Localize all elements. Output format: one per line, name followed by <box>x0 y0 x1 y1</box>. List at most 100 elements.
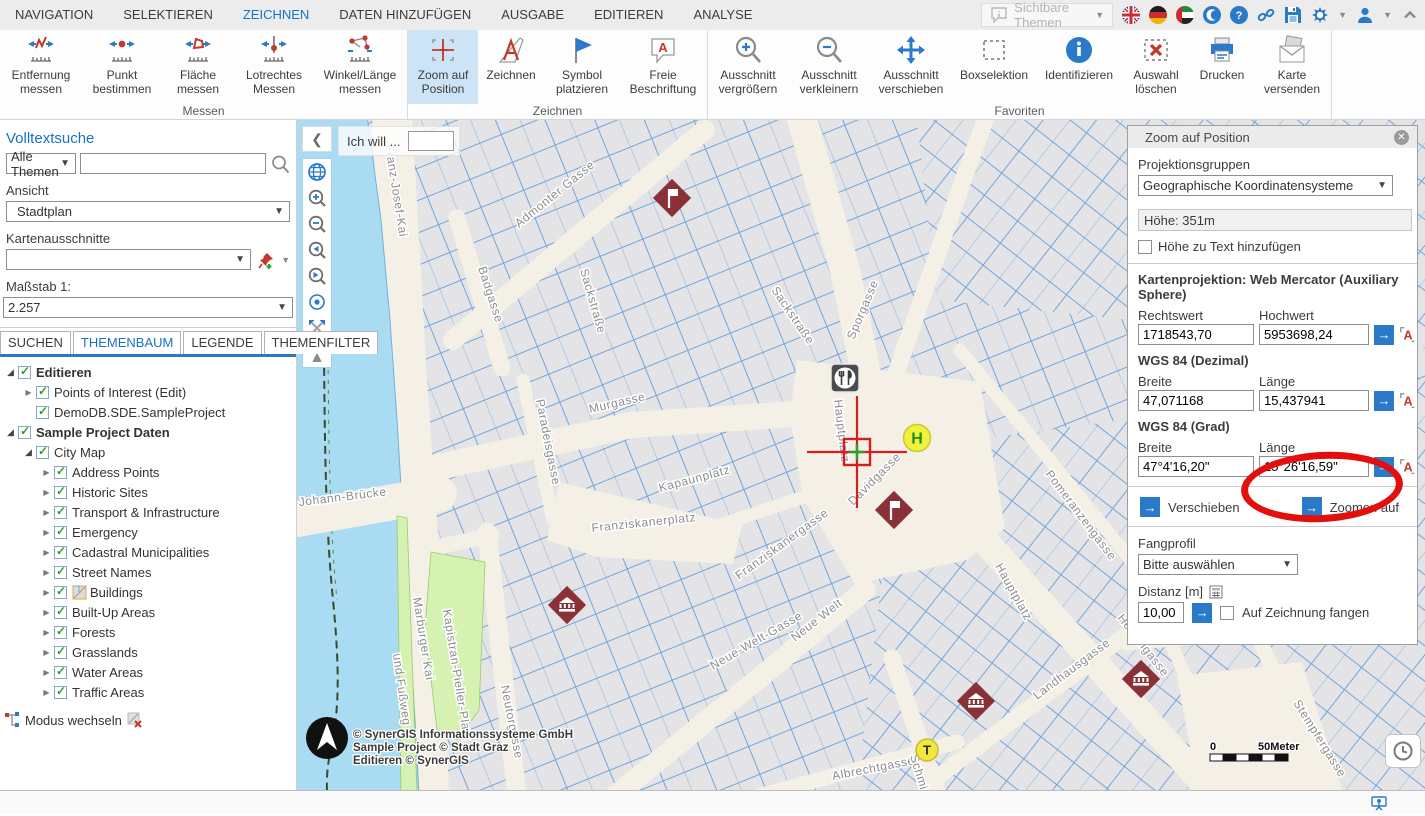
previous-extent-button[interactable] <box>303 237 331 263</box>
sidebar-collapse-button[interactable]: ❮ <box>302 126 332 152</box>
visible-themes-dropdown[interactable]: Sichtbare Themen ▼ <box>981 3 1113 27</box>
restaurant-marker[interactable] <box>831 364 859 392</box>
tree-checkbox[interactable] <box>36 406 49 419</box>
tree-expander-icon[interactable]: ▶ <box>40 488 53 497</box>
tree-expander-icon[interactable]: ▶ <box>40 668 53 677</box>
fangprofil-dropdown[interactable]: Bitte auswählen▼ <box>1138 554 1298 575</box>
menu-daten-hinzuf-gen[interactable]: DATEN HINZUFÜGEN <box>324 0 486 30</box>
tree-item-editieren[interactable]: ◢Editieren <box>0 362 296 382</box>
tree-expander-icon[interactable]: ▶ <box>40 588 53 597</box>
tree-expander-icon[interactable]: ▶ <box>40 468 53 477</box>
tab-themenfilter[interactable]: THEMENFILTER <box>264 331 379 354</box>
tool-send-map-button[interactable]: Karteversenden <box>1254 30 1330 104</box>
save-icon[interactable] <box>1284 6 1302 24</box>
fangen-checkbox[interactable] <box>1220 606 1234 620</box>
tree-item-city-map[interactable]: ◢City Map <box>0 442 296 462</box>
collapse-up-icon[interactable] <box>1401 6 1419 24</box>
search-icon[interactable] <box>270 154 290 174</box>
search-scope-dropdown[interactable]: Alle Themen▼ <box>6 153 76 174</box>
search-input[interactable] <box>80 153 266 174</box>
tree-item-traffic-areas[interactable]: ▶Traffic Areas <box>0 682 296 702</box>
tool-zoom-out-button[interactable]: Ausschnittverkleinern <box>788 30 870 104</box>
tree-expander-icon[interactable]: ▶ <box>22 388 35 397</box>
gear-icon[interactable] <box>1311 6 1329 24</box>
label-a-icon[interactable]: A <box>1399 326 1417 344</box>
next-extent-button[interactable] <box>303 263 331 289</box>
label-a-icon[interactable]: A <box>1399 458 1417 476</box>
massstab-dropdown[interactable]: 2.257▼ <box>3 297 293 318</box>
menu-selektieren[interactable]: SELEKTIEREN <box>108 0 228 30</box>
hstop-marker[interactable]: H <box>904 425 931 452</box>
tree-expander-icon[interactable]: ▶ <box>40 628 53 637</box>
swatch-remove-icon[interactable] <box>127 712 143 728</box>
link-icon[interactable] <box>1257 6 1275 24</box>
ich-will-widget[interactable]: Ich will ... <box>338 126 460 156</box>
ansicht-dropdown[interactable]: Stadtplan▼ <box>6 201 290 222</box>
go-mercator-button[interactable]: → <box>1374 325 1394 345</box>
tree-item-address-points[interactable]: ▶Address Points <box>0 462 296 482</box>
rechtswert-input[interactable] <box>1138 324 1254 345</box>
menu-analyse[interactable]: ANALYSE <box>678 0 767 30</box>
tree-item-built-up-areas[interactable]: ▶Built-Up Areas <box>0 602 296 622</box>
tree-expander-icon[interactable]: ▶ <box>40 508 53 517</box>
tree-expander-icon[interactable]: ▶ <box>40 528 53 537</box>
tab-legende[interactable]: LEGENDE <box>183 331 261 354</box>
tree-expander-icon[interactable]: ◢ <box>22 447 35 458</box>
tree-item-historic-sites[interactable]: ▶Historic Sites <box>0 482 296 502</box>
tree-checkbox[interactable] <box>36 386 49 399</box>
tree-checkbox[interactable] <box>54 646 67 659</box>
tree-item-water-areas[interactable]: ▶Water Areas <box>0 662 296 682</box>
tree-checkbox[interactable] <box>54 586 67 599</box>
tool-measure-point-button[interactable]: Punktbestimmen <box>82 30 162 104</box>
tree-checkbox[interactable] <box>18 426 31 439</box>
menu-navigation[interactable]: NAVIGATION <box>0 0 108 30</box>
tool-free-label-button[interactable]: AFreieBeschriftung <box>620 30 706 104</box>
tree-checkbox[interactable] <box>54 526 67 539</box>
tree-item-street-names[interactable]: ▶Street Names <box>0 562 296 582</box>
label-a-icon[interactable]: A <box>1399 392 1417 410</box>
tool-measure-distance-button[interactable]: Entfernungmessen <box>0 30 82 104</box>
tree-checkbox[interactable] <box>54 686 67 699</box>
close-icon[interactable]: ✕ <box>1394 130 1409 145</box>
tool-zoom-in-button[interactable]: Ausschnittvergrößern <box>708 30 788 104</box>
tree-checkbox[interactable] <box>54 606 67 619</box>
tree-checkbox[interactable] <box>54 546 67 559</box>
tree-item-cadastral-municipalities[interactable]: ▶Cadastral Municipalities <box>0 542 296 562</box>
ich-will-input[interactable] <box>408 131 454 151</box>
distanz-input[interactable] <box>1138 602 1184 623</box>
tool-clear-selection-button[interactable]: Auswahllöschen <box>1122 30 1190 104</box>
tool-measure-angle-button[interactable]: Winkel/Längemessen <box>314 30 406 104</box>
tree-item-forests[interactable]: ▶Forests <box>0 622 296 642</box>
help-icon[interactable]: ? <box>1230 6 1248 24</box>
menu-editieren[interactable]: EDITIEREN <box>579 0 678 30</box>
tree-checkbox[interactable] <box>54 466 67 479</box>
go-grad-button[interactable]: → <box>1374 457 1394 477</box>
tree-expander-icon[interactable]: ▶ <box>40 688 53 697</box>
history-clock-button[interactable] <box>1385 734 1421 768</box>
calculator-icon[interactable] <box>1209 585 1223 599</box>
add-bookmark-pin-icon[interactable] <box>257 251 275 269</box>
breite-grad-input[interactable] <box>1138 456 1254 477</box>
tree-expander-icon[interactable]: ◢ <box>4 367 17 378</box>
projektionsgruppen-dropdown[interactable]: Geographische Koordinatensysteme▼ <box>1138 175 1393 196</box>
tree-item-transport-infrastructure[interactable]: ▶Transport & Infrastructure <box>0 502 296 522</box>
tree-checkbox[interactable] <box>18 366 31 379</box>
tool-measure-perpendicular-button[interactable]: LotrechtesMessen <box>234 30 314 104</box>
laenge-dezimal-input[interactable] <box>1259 390 1369 411</box>
tree-item-grasslands[interactable]: ▶Grasslands <box>0 642 296 662</box>
tree-checkbox[interactable] <box>54 626 67 639</box>
tree-expander-icon[interactable]: ▶ <box>40 568 53 577</box>
tab-suchen[interactable]: SUCHEN <box>0 331 71 354</box>
tool-pan-button[interactable]: Ausschnittverschieben <box>870 30 952 104</box>
tree-checkbox[interactable] <box>54 486 67 499</box>
tree-expander-icon[interactable]: ◢ <box>4 427 17 438</box>
tree-item-points-of-interest-edit-[interactable]: ▶Points of Interest (Edit) <box>0 382 296 402</box>
full-extent-globe-button[interactable] <box>303 159 331 185</box>
menu-zeichnen[interactable]: ZEICHNEN <box>228 0 324 30</box>
distanz-go-button[interactable]: → <box>1192 603 1212 623</box>
verschieben-button[interactable]: → <box>1140 497 1160 517</box>
breite-dezimal-input[interactable] <box>1138 390 1254 411</box>
tree-checkbox[interactable] <box>54 506 67 519</box>
tstop-marker[interactable]: T <box>916 739 938 761</box>
tree-item-emergency[interactable]: ▶Emergency <box>0 522 296 542</box>
